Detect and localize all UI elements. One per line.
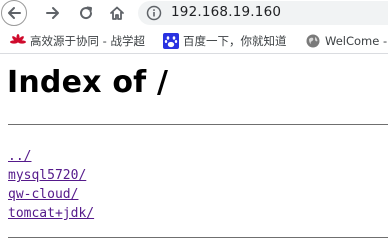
directory-link-qw-cloud[interactable]: qw-cloud/ [8, 187, 78, 202]
globe-icon [306, 34, 320, 48]
page-title: Index of / [7, 65, 169, 100]
reload-icon [80, 6, 93, 20]
list-item: ../ [8, 145, 94, 164]
divider-bottom [8, 237, 388, 238]
home-icon [110, 6, 124, 20]
arrow-left-icon [8, 7, 21, 19]
list-item: mysql5720/ [8, 164, 94, 183]
directory-link-tomcat-jdk[interactable]: tomcat+jdk/ [8, 206, 94, 221]
directory-link-parent[interactable]: ../ [8, 149, 31, 164]
directory-listing: ../ mysql5720/ qw-cloud/ tomcat+jdk/ [8, 145, 94, 221]
reload-button[interactable] [75, 2, 97, 24]
bookmark-baidu[interactable]: 百度一下，你就知道 [163, 32, 287, 50]
baidu-paw-icon [163, 33, 179, 49]
bookmark-label: WelCome - [325, 34, 388, 48]
directory-link-mysql5720[interactable]: mysql5720/ [8, 168, 86, 183]
url-text[interactable]: 192.168.19.160 [171, 4, 281, 20]
bookmarks-bar: 高效源于协同 - 战学超 百度一下，你就知道 WelCome - [0, 29, 388, 54]
bookmark-label: 百度一下，你就知道 [183, 34, 287, 48]
home-button[interactable] [106, 2, 128, 24]
address-bar[interactable]: 192.168.19.160 [138, 1, 388, 25]
list-item: tomcat+jdk/ [8, 202, 94, 221]
page-content: Index of / ../ mysql5720/ qw-cloud/ tomc… [0, 56, 388, 245]
list-item: qw-cloud/ [8, 183, 94, 202]
arrow-right-icon [46, 7, 59, 19]
bookmark-welcome[interactable]: WelCome - [305, 32, 387, 50]
divider-top [8, 124, 388, 125]
bookmark-label: 高效源于协同 - 战学超 [30, 34, 145, 48]
bookmark-huawei[interactable]: 高效源于协同 - 战学超 [10, 32, 145, 50]
huawei-flower-icon [10, 34, 26, 44]
navigation-toolbar: 192.168.19.160 [0, 0, 388, 27]
back-button[interactable] [1, 0, 27, 26]
browser-chrome: 192.168.19.160 高效源于协同 - 战学超 百度一下，你就知道 We… [0, 0, 388, 56]
info-icon[interactable] [146, 5, 162, 21]
forward-button[interactable] [42, 2, 64, 24]
